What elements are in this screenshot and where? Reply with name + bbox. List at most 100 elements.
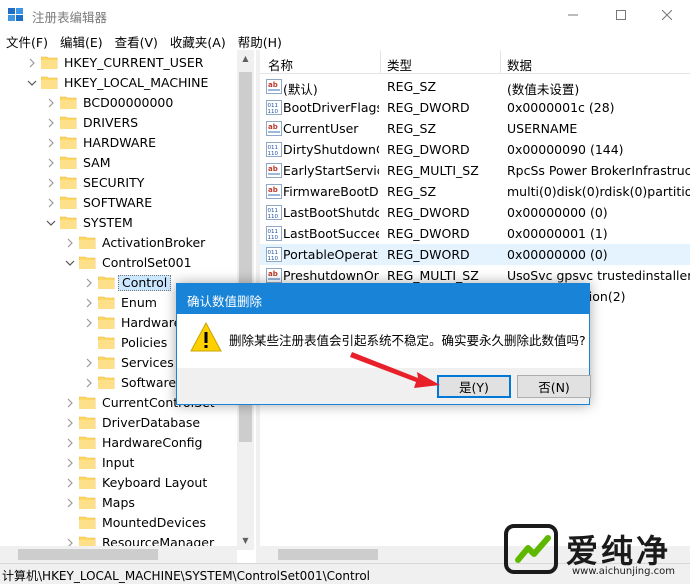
value-name: BootDriverFlags	[283, 100, 379, 115]
minimize-icon	[568, 14, 578, 16]
tree-item-label: ActivationBroker	[102, 235, 206, 250]
chevron-right-icon[interactable]	[84, 278, 94, 288]
tree-item[interactable]: ControlSet001	[0, 253, 240, 273]
tree-item-label: Enum	[121, 295, 157, 310]
folder-icon	[98, 376, 115, 389]
tree-item-label: SYSTEM	[83, 215, 133, 230]
tree-item[interactable]: BCD00000000	[0, 93, 240, 113]
no-button[interactable]: 否(N)	[517, 375, 591, 398]
value-row[interactable]: ab (默认) REG_SZ (数值未设置)	[260, 76, 690, 97]
chevron-down-icon[interactable]	[65, 258, 75, 268]
tree-item[interactable]: HARDWARE	[0, 133, 240, 153]
tree-item-label: Keyboard Layout	[102, 475, 208, 490]
folder-icon	[79, 236, 96, 249]
chevron-right-icon[interactable]	[65, 458, 75, 468]
folder-icon	[60, 136, 77, 149]
window-title: 注册表编辑器	[32, 10, 108, 25]
menu-favorites[interactable]: 收藏夹(A)	[164, 30, 226, 50]
scroll-up-icon[interactable]: ▲	[241, 54, 250, 63]
chevron-right-icon[interactable]	[65, 478, 75, 488]
tree-item[interactable]: HardwareConfig	[0, 433, 240, 453]
chevron-right-icon[interactable]	[46, 198, 56, 208]
tree-item[interactable]: Keyboard Layout	[0, 473, 240, 493]
chevron-right-icon[interactable]	[46, 98, 56, 108]
menu-help[interactable]: 帮助(H)	[232, 30, 282, 50]
value-name: PortableOperatingSystem	[283, 247, 379, 262]
folder-icon	[79, 496, 96, 509]
chevron-right-icon[interactable]	[84, 378, 94, 388]
tree-item-label: SOFTWARE	[83, 195, 153, 210]
svg-text:110: 110	[268, 256, 279, 262]
value-row[interactable]: 011110DirtyShutdownCount REG_DWORD 0x00000…	[260, 139, 690, 160]
value-row[interactable]: 011110LastBootShutdown REG_DWORD 0x0000000…	[260, 202, 690, 223]
dialog-title: 确认数值删除	[187, 294, 263, 309]
tree-item-label: Policies	[121, 335, 168, 350]
folder-icon	[41, 56, 58, 69]
list-hscroll-thumb[interactable]	[278, 549, 378, 560]
menu-view[interactable]: 查看(V)	[109, 30, 158, 50]
chevron-right-icon[interactable]	[46, 158, 56, 168]
tree-item[interactable]: DRIVERS	[0, 113, 240, 133]
close-button[interactable]	[644, 0, 690, 30]
column-header-name[interactable]: 名称	[268, 55, 293, 74]
folder-icon	[79, 436, 96, 449]
value-row[interactable]: ab CurrentUser REG_SZ USERNAME	[260, 118, 690, 139]
value-type: REG_DWORD	[387, 100, 470, 115]
tree-item[interactable]: SYSTEM	[0, 213, 240, 233]
chevron-right-icon[interactable]	[46, 178, 56, 188]
tree-item[interactable]: SAM	[0, 153, 240, 173]
chevron-right-icon[interactable]	[84, 298, 94, 308]
value-row[interactable]: ab FirmwareBootDevice REG_SZ multi(0)disk(0…	[260, 181, 690, 202]
scroll-down-icon[interactable]: ▼	[241, 536, 250, 545]
tree-item[interactable]: DriverDatabase	[0, 413, 240, 433]
tree-item[interactable]: HKEY_LOCAL_MACHINE	[0, 73, 240, 93]
tree-item[interactable]: HKEY_CURRENT_USER	[0, 53, 240, 73]
folder-icon	[60, 196, 77, 209]
tree-item[interactable]: Input	[0, 453, 240, 473]
folder-icon	[98, 336, 115, 349]
chevron-down-icon[interactable]	[27, 78, 37, 88]
minimize-button[interactable]	[550, 0, 596, 30]
chevron-right-icon[interactable]	[65, 418, 75, 428]
chevron-down-icon[interactable]	[46, 218, 56, 228]
svg-text:ab: ab	[268, 186, 278, 194]
chevron-right-icon[interactable]	[65, 438, 75, 448]
chevron-right-icon[interactable]	[46, 118, 56, 128]
yes-button[interactable]: 是(Y)	[437, 375, 511, 398]
folder-icon	[60, 176, 77, 189]
value-data: 0x0000001c (28)	[507, 100, 615, 115]
menu-file[interactable]: 文件(F)	[0, 30, 48, 50]
binary-value-icon: 011110	[266, 100, 282, 115]
tree-item[interactable]: MountedDevices	[0, 513, 240, 533]
tree-item-label: Services	[121, 355, 174, 370]
string-value-icon: ab	[266, 79, 282, 94]
column-header-type[interactable]: 类型	[387, 55, 412, 74]
value-row[interactable]: 011 110 BootDriverFlags REG_DWORD 0x0000001c…	[260, 97, 690, 118]
value-name: FirmwareBootDevice	[283, 184, 379, 199]
chevron-right-icon[interactable]	[46, 138, 56, 148]
tree-item-label: HARDWARE	[83, 135, 157, 150]
tree-item-label: MountedDevices	[102, 515, 207, 530]
tree-item[interactable]: ActivationBroker	[0, 233, 240, 253]
chevron-right-icon[interactable]	[84, 358, 94, 368]
chevron-right-icon[interactable]	[65, 238, 75, 248]
menu-edit[interactable]: 编辑(E)	[54, 30, 103, 50]
value-type: REG_MULTI_SZ	[387, 163, 479, 178]
value-row[interactable]: ab EarlyStartServices REG_MULTI_SZ RpcSs Po…	[260, 160, 690, 181]
value-row[interactable]: 011110PortableOperatingSystem REG_DWORD 0x…	[260, 244, 690, 265]
tree-item[interactable]: SOFTWARE	[0, 193, 240, 213]
tree-item-label: ControlSet001	[102, 255, 192, 270]
chevron-right-icon[interactable]	[65, 398, 75, 408]
tree-hscroll-thumb[interactable]	[18, 549, 158, 560]
tree-item-label: Software	[121, 375, 177, 390]
chevron-right-icon[interactable]	[65, 498, 75, 508]
column-header-data[interactable]: 数据	[507, 55, 532, 74]
maximize-button[interactable]	[598, 0, 644, 30]
chevron-right-icon[interactable]	[27, 58, 37, 68]
tree-item[interactable]: SECURITY	[0, 173, 240, 193]
tree-item[interactable]: Maps	[0, 493, 240, 513]
tree-horizontal-scrollbar[interactable]	[0, 546, 237, 563]
value-row[interactable]: 011110LastBootSucceeded REG_DWORD 0x000000…	[260, 223, 690, 244]
string-value-icon: ab	[266, 121, 282, 136]
chevron-right-icon[interactable]	[84, 318, 94, 328]
